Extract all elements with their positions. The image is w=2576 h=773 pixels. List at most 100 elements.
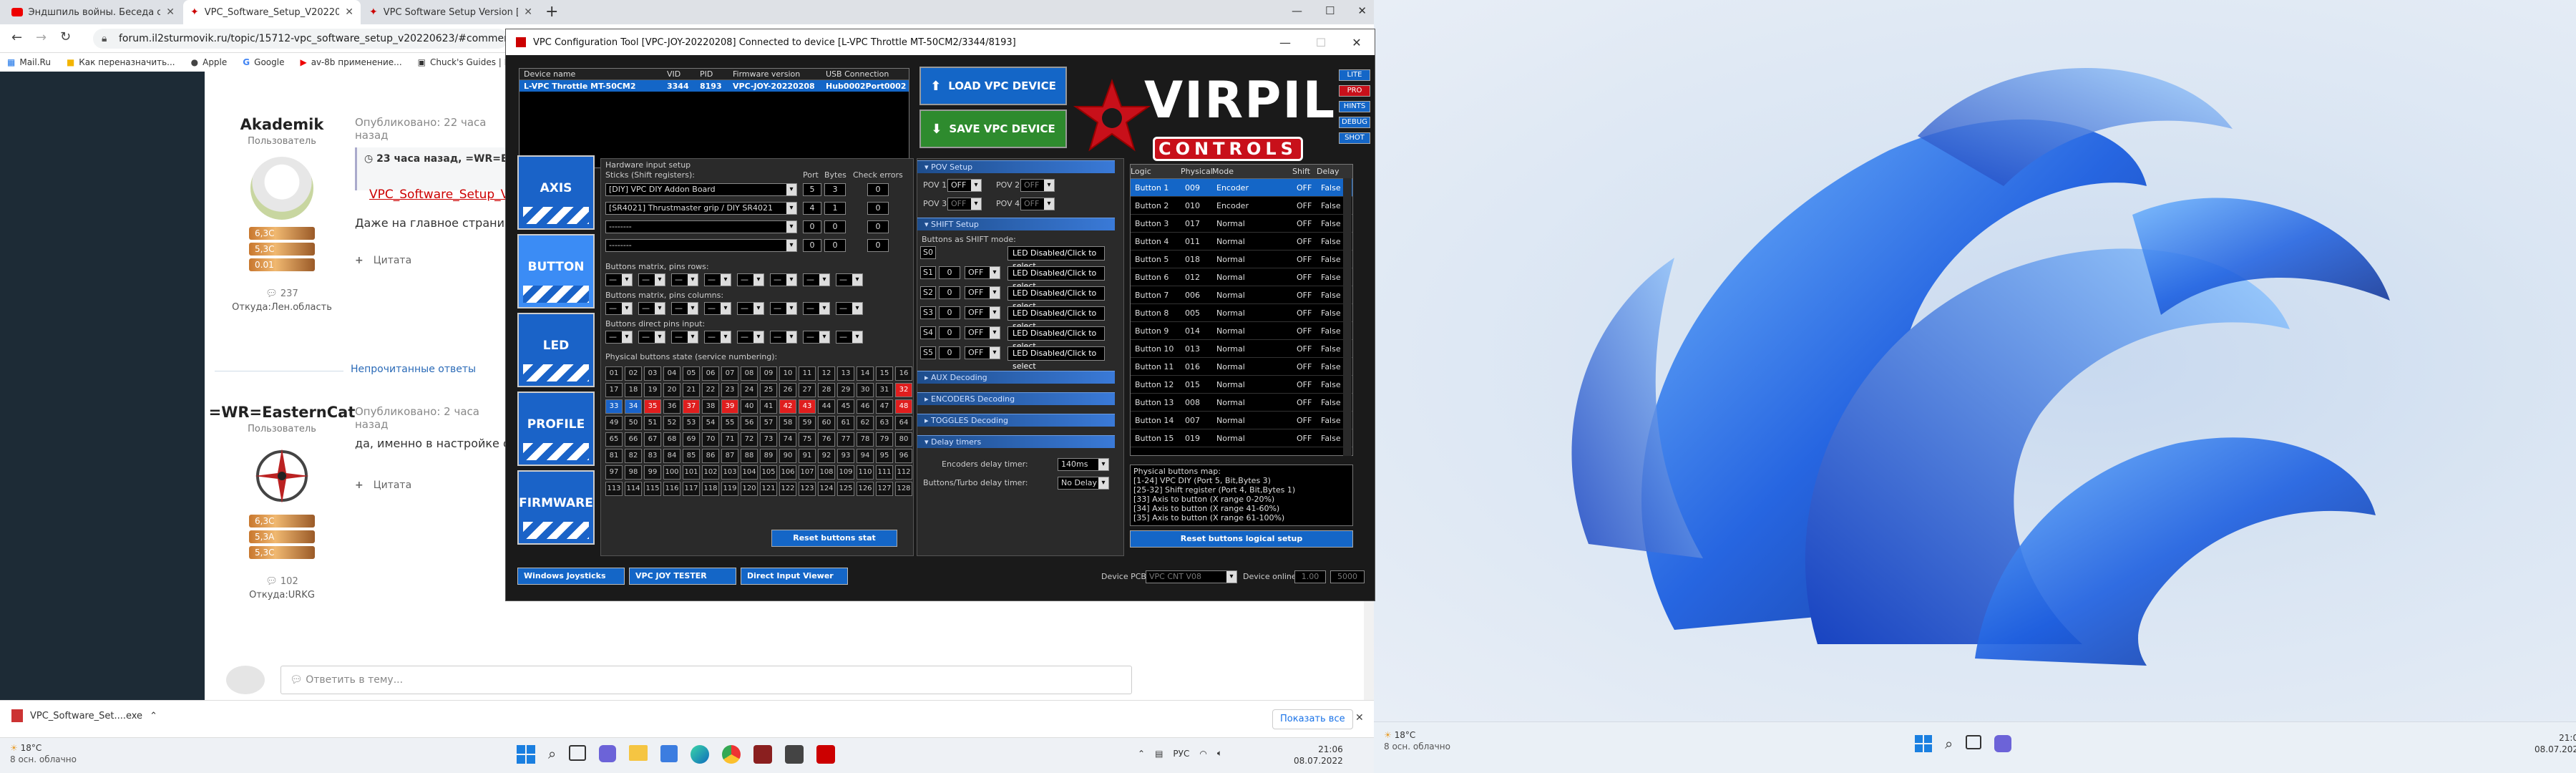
turbo-delay-select[interactable]: No Delay bbox=[1058, 477, 1109, 490]
bytes-field[interactable]: 3 bbox=[824, 183, 846, 196]
quote-button[interactable]: Цитата bbox=[374, 255, 411, 266]
bookmark[interactable]: ■ Как переназначить... bbox=[67, 57, 175, 67]
bytes-field[interactable]: 0 bbox=[824, 220, 846, 233]
reload-icon[interactable]: ↻ bbox=[60, 29, 71, 44]
pin-select[interactable]: — bbox=[770, 302, 797, 315]
device-pcb-select[interactable]: VPC CNT V08 bbox=[1146, 570, 1237, 583]
debug-button[interactable]: DEBUG bbox=[1339, 117, 1370, 128]
post-author[interactable]: Akademik bbox=[205, 116, 359, 133]
led-select-button[interactable]: LED Disabled/Click to select bbox=[1008, 306, 1105, 331]
shift-button-field[interactable]: 0 bbox=[939, 326, 960, 339]
quote-button[interactable]: Цитата bbox=[374, 480, 411, 491]
reset-stat-button[interactable]: Reset buttons stat bbox=[771, 530, 897, 547]
weather-widget[interactable]: ☀︎ 18°C 8 осн. облачно bbox=[1384, 729, 1450, 752]
pin-select[interactable]: — bbox=[605, 331, 633, 344]
check-field[interactable]: 0 bbox=[867, 239, 889, 252]
shift-button-field[interactable]: 0 bbox=[939, 266, 960, 279]
shift-button-field[interactable]: 0 bbox=[939, 346, 960, 359]
encoders-delay-select[interactable]: 140ms bbox=[1058, 458, 1109, 471]
pin-select[interactable]: — bbox=[803, 302, 830, 315]
store-icon[interactable] bbox=[660, 745, 678, 762]
bytes-field[interactable]: 0 bbox=[824, 239, 846, 252]
toggles-section-header[interactable]: ▸ TOGGLES Decoding bbox=[917, 414, 1115, 427]
edge-icon[interactable] bbox=[691, 745, 710, 764]
bookmark[interactable]: G Google bbox=[243, 57, 284, 67]
direct-input-viewer-button[interactable]: Direct Input Viewer bbox=[741, 568, 848, 585]
pov3-select[interactable]: OFF bbox=[947, 198, 982, 210]
logic-row[interactable]: Button 15 019 Normal OFF False bbox=[1131, 429, 1352, 447]
close-icon[interactable]: ✕ bbox=[345, 6, 353, 18]
nav-axis[interactable]: AXIS bbox=[517, 155, 595, 230]
plus-icon[interactable]: + bbox=[355, 480, 364, 491]
pin-select[interactable]: — bbox=[737, 273, 764, 286]
shift-select[interactable]: OFF bbox=[965, 306, 1000, 319]
explorer-icon[interactable] bbox=[629, 745, 648, 761]
show-all-button[interactable]: Показать все bbox=[1272, 709, 1353, 729]
bookmark[interactable]: ▦ Mail.Ru bbox=[7, 57, 51, 67]
pro-button[interactable]: PRO bbox=[1339, 85, 1370, 97]
address-bar[interactable]: 🔒︎ forum.il2sturmovik.ru/topic/15712-vpc… bbox=[93, 29, 508, 49]
logic-row[interactable]: Button 10 013 Normal OFF False bbox=[1131, 340, 1352, 358]
maximize-button[interactable]: ☐ bbox=[1325, 4, 1335, 17]
logic-row[interactable]: Button 4 011 Normal OFF False bbox=[1131, 233, 1352, 251]
pin-select[interactable]: — bbox=[770, 331, 797, 344]
chevron-up-icon[interactable]: ⌃ bbox=[1138, 749, 1145, 759]
device-row[interactable]: L-VPC Throttle MT-50CM2 3344 8193 VPC-JO… bbox=[519, 80, 909, 92]
stick-select[interactable]: -------- bbox=[605, 220, 797, 233]
check-field[interactable]: 0 bbox=[867, 220, 889, 233]
close-icon[interactable]: ✕ bbox=[166, 6, 175, 18]
vpc-joy-tester-button[interactable]: VPC JOY TESTER bbox=[629, 568, 736, 585]
logic-row[interactable]: Button 3 017 Normal OFF False bbox=[1131, 215, 1352, 233]
maximize-button[interactable]: ☐ bbox=[1303, 36, 1339, 49]
encoders-section-header[interactable]: ▸ ENCODERS Decoding bbox=[917, 392, 1115, 405]
led-select-button[interactable]: LED Disabled/Click to select bbox=[1008, 326, 1105, 351]
shift-select[interactable]: OFF bbox=[965, 346, 1000, 359]
pin-select[interactable]: — bbox=[737, 302, 764, 315]
logic-row[interactable]: Button 8 005 Normal OFF False bbox=[1131, 304, 1352, 322]
logic-row[interactable]: Button 5 018 Normal OFF False bbox=[1131, 251, 1352, 268]
close-button[interactable]: ✕ bbox=[1357, 4, 1367, 17]
logic-row[interactable]: Button 12 015 Normal OFF False bbox=[1131, 376, 1352, 394]
pin-select[interactable]: — bbox=[638, 302, 665, 315]
delay-section-header[interactable]: ▾ Delay timers bbox=[917, 435, 1115, 448]
port-field[interactable]: 4 bbox=[803, 202, 821, 215]
minimize-button[interactable]: — bbox=[1292, 4, 1302, 17]
aux-section-header[interactable]: ▸ AUX Decoding bbox=[917, 371, 1115, 384]
pin-select[interactable]: — bbox=[671, 331, 698, 344]
reply-input[interactable]: 💬︎ Ответить в тему... bbox=[280, 666, 1132, 694]
post-link[interactable]: VPC_Software_Setup_V20 bbox=[369, 188, 525, 202]
bookmark[interactable]: ▶ av-8b применение... bbox=[300, 57, 401, 67]
tab-2[interactable]: ✦ VPC_Software_Setup_V20220623 ✕ bbox=[183, 0, 361, 24]
wifi-icon[interactable]: ◠ bbox=[1199, 749, 1206, 759]
bytes-field[interactable]: 1 bbox=[824, 202, 846, 215]
nav-firmware[interactable]: FIRMWARE bbox=[517, 470, 595, 545]
led-select-button[interactable]: LED Disabled/Click to select bbox=[1008, 286, 1105, 311]
close-button[interactable]: ✕ bbox=[1339, 36, 1375, 49]
taskview-icon[interactable] bbox=[569, 745, 587, 761]
chat-icon[interactable] bbox=[599, 745, 617, 762]
logic-row[interactable]: Button 7 006 Normal OFF False bbox=[1131, 286, 1352, 304]
check-field[interactable]: 0 bbox=[867, 202, 889, 215]
lang-indicator[interactable]: РУС bbox=[1173, 749, 1189, 759]
vpc-taskbar-icon[interactable] bbox=[816, 745, 836, 764]
stick-select[interactable]: -------- bbox=[605, 239, 797, 252]
led-select-button[interactable]: LED Disabled/Click to select bbox=[1008, 346, 1105, 371]
pin-select[interactable]: — bbox=[803, 273, 830, 286]
pin-select[interactable]: — bbox=[803, 331, 830, 344]
forward-icon[interactable]: → bbox=[36, 30, 47, 45]
pov1-select[interactable]: OFF bbox=[947, 179, 982, 192]
back-icon[interactable]: ← bbox=[11, 30, 22, 45]
avatar[interactable] bbox=[250, 157, 313, 220]
lite-button[interactable]: LITE bbox=[1339, 69, 1370, 81]
taskview-icon[interactable] bbox=[1966, 735, 1982, 749]
shift-select[interactable]: OFF bbox=[965, 286, 1000, 299]
pov4-select[interactable]: OFF bbox=[1020, 198, 1055, 210]
clock[interactable]: 21:06 08.07.2022 bbox=[2534, 732, 2576, 755]
pin-select[interactable]: — bbox=[638, 331, 665, 344]
pin-select[interactable]: — bbox=[671, 273, 698, 286]
post-author[interactable]: =WR=EasternCat bbox=[205, 404, 359, 421]
hints-button[interactable]: HINTS bbox=[1339, 101, 1370, 112]
logic-row[interactable]: Button 14 007 Normal OFF False bbox=[1131, 412, 1352, 429]
app-icon[interactable] bbox=[753, 745, 773, 764]
pin-select[interactable]: — bbox=[737, 331, 764, 344]
